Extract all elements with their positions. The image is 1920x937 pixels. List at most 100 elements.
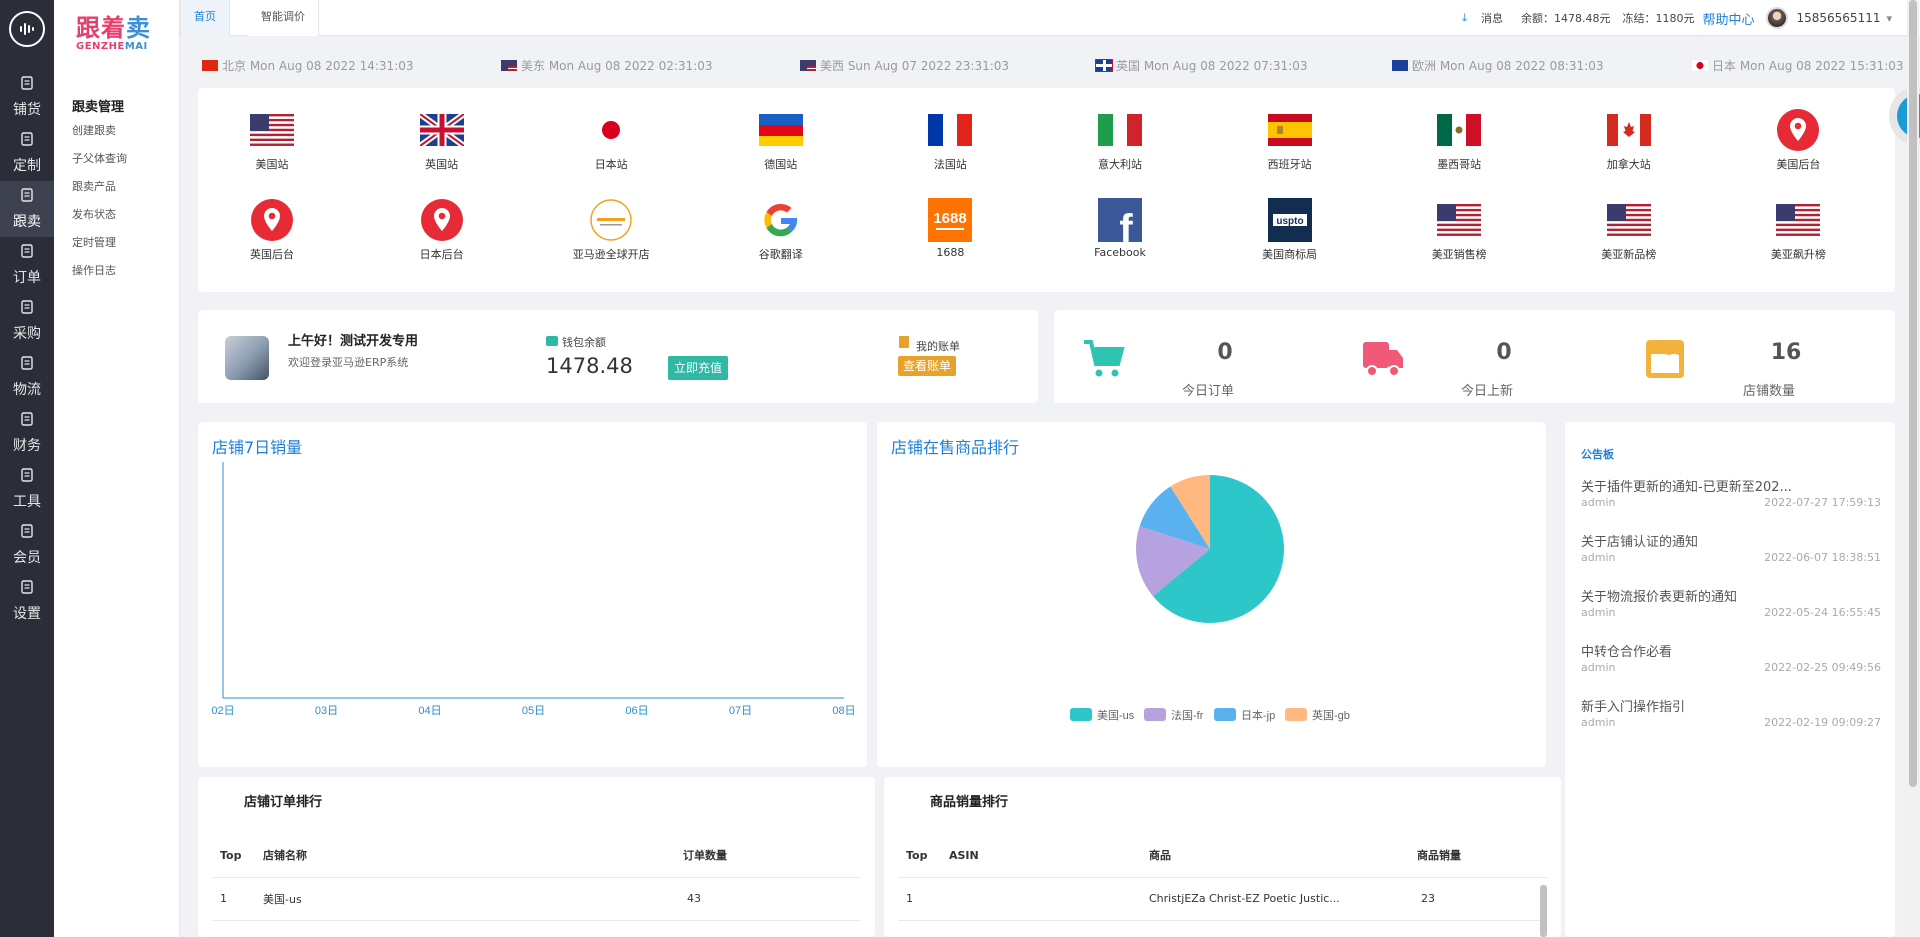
legend-label[interactable]: 日本-jp — [1241, 708, 1275, 722]
site-shortcut[interactable]: 加拿大站 — [1569, 108, 1689, 172]
site-label: 法国站 — [933, 158, 967, 171]
rail-item-label: 定制 — [13, 158, 41, 174]
notice-item-title[interactable]: 关于插件更新的通知-已更新至202... — [1581, 476, 1881, 495]
message-link[interactable]: 消息 — [1481, 10, 1503, 26]
site-shortcut[interactable]: 美国后台 — [1738, 108, 1858, 172]
site-shortcut[interactable]: 美亚新品榜 — [1569, 198, 1689, 262]
tab-home[interactable]: 首页 — [180, 0, 230, 36]
site-shortcut[interactable]: 美亚销售榜 — [1399, 198, 1519, 262]
rail-item[interactable]: 采购 — [0, 293, 54, 349]
gear-icon — [19, 579, 35, 603]
site-shortcut[interactable]: 谷歌翻译 — [721, 198, 841, 262]
legend-label[interactable]: 英国-gb — [1312, 708, 1350, 722]
tab-smart-pricing[interactable]: 智能调价 — [248, 0, 319, 36]
notice-item-title[interactable]: 关于店铺认证的通知 — [1581, 531, 1881, 550]
site-shortcut[interactable]: 法国站 — [890, 108, 1010, 172]
chevron-down-icon[interactable]: ▾ — [1886, 12, 1892, 25]
help-center-link[interactable]: 帮助中心 — [1702, 9, 1754, 28]
site-label: 1688 — [936, 246, 965, 259]
legend-swatch[interactable] — [1214, 708, 1236, 721]
cart-icon — [19, 299, 35, 323]
site-shortcut[interactable]: 日本后台 — [382, 198, 502, 262]
clock-us: 美东 Mon Aug 08 2022 02:31:03 — [501, 57, 713, 74]
submenu-panel: 跟着卖 GENZHEMAI 跟卖管理 创建跟卖 子父体查询 跟卖产品 发布状态 定时管理… — [54, 0, 180, 937]
rail-item[interactable]: 跟卖 — [0, 181, 54, 237]
legend-swatch[interactable] — [1070, 708, 1092, 721]
us-flag-icon — [250, 108, 294, 152]
site-shortcut[interactable]: 亚马逊全球开店 — [551, 198, 671, 262]
site-shortcut[interactable]: 1688 1688 — [890, 198, 1010, 259]
submenu-item[interactable]: 跟卖产品 — [72, 179, 127, 207]
clock-text: 英国 Mon Aug 08 2022 07:31:03 — [1116, 59, 1308, 73]
us-flag-icon — [501, 60, 517, 71]
store-order-ranking: 店铺订单排行 Top 店铺名称 订单数量 1 美国-us 43 — [198, 777, 875, 937]
notice-item[interactable]: 关于物流报价表更新的通知 admin 2022-05-24 16:55:45 — [1581, 586, 1881, 619]
rail-item[interactable]: 订单 — [0, 237, 54, 293]
notice-item[interactable]: 关于店铺认证的通知 admin 2022-06-07 18:38:51 — [1581, 531, 1881, 564]
site-label: 美亚飙升榜 — [1770, 248, 1826, 261]
x-tick-label: 07日 — [729, 705, 752, 717]
submenu-item[interactable]: 发布状态 — [72, 207, 127, 235]
rail-item[interactable]: 物流 — [0, 349, 54, 405]
download-icon[interactable]: ⤓ — [1462, 11, 1467, 25]
site-shortcut[interactable]: 墨西哥站 — [1399, 108, 1519, 172]
site-shortcut[interactable]: uspto 美国商标局 — [1230, 198, 1350, 262]
page-scrollbar[interactable] — [1907, 0, 1919, 937]
table-header-cell: ASIN — [941, 834, 1141, 878]
rail-item[interactable]: 会员 — [0, 517, 54, 573]
notice-item-title[interactable]: 新手入门操作指引 — [1581, 696, 1881, 715]
rail-item-label: 财务 — [13, 438, 41, 454]
site-shortcut[interactable]: 美亚飙升榜 — [1738, 198, 1858, 262]
mexico-flag-icon — [1437, 108, 1482, 152]
notice-item-title[interactable]: 关于物流报价表更新的通知 — [1581, 586, 1881, 605]
rail-item[interactable]: 工具 — [0, 461, 54, 517]
site-label: 英国站 — [425, 158, 459, 171]
rail-item[interactable]: 定制 — [0, 125, 54, 181]
notice-author: admin — [1581, 606, 1616, 619]
rail-item[interactable]: 铺货 — [0, 69, 54, 125]
site-shortcut[interactable]: 日本站 — [551, 108, 671, 172]
rail-item[interactable]: 设置 — [0, 573, 54, 629]
rail-item[interactable]: 财务 — [0, 405, 54, 461]
user-phone[interactable]: 15856565111 — [1796, 11, 1880, 25]
table-cell — [941, 877, 1141, 921]
site-shortcut[interactable]: 美国站 — [212, 108, 332, 172]
site-shortcut[interactable]: 英国后台 — [212, 198, 332, 262]
recharge-button[interactable]: 立即充值 — [668, 356, 729, 380]
site-shortcut[interactable]: 德国站 — [721, 108, 841, 172]
notice-item[interactable]: 新手入门操作指引 admin 2022-02-19 09:09:27 — [1581, 696, 1881, 729]
legend-swatch[interactable] — [1285, 708, 1307, 721]
table-row[interactable]: 1 ChristjEZa Christ-EZ Poetic Justic... 23 — [898, 877, 1547, 921]
product-sales-ranking: 商品销量排行 Top ASIN 商品 商品销量 1 ChristjEZa Christ-E… — [884, 777, 1561, 937]
site-shortcut[interactable]: 西班牙站 — [1230, 108, 1350, 172]
notice-item[interactable]: 关于插件更新的通知-已更新至202... admin 2022-07-27 17:5… — [1581, 476, 1881, 509]
site-shortcut[interactable]: f Facebook — [1060, 198, 1180, 259]
notice-item[interactable]: 中转仓合作必看 admin 2022-02-25 09:49:56 — [1581, 641, 1881, 674]
legend-label[interactable]: 美国-us — [1097, 709, 1135, 722]
submenu-item[interactable]: 操作日志 — [72, 263, 127, 291]
x-tick-label: 08日 — [832, 705, 855, 717]
site-shortcut[interactable]: 意大利站 — [1060, 108, 1180, 172]
notice-item-meta: admin 2022-02-19 09:09:27 — [1581, 716, 1881, 729]
scrollbar-thumb[interactable] — [1909, 0, 1917, 787]
uspto-icon: uspto — [1267, 198, 1312, 242]
us-flag-icon — [1437, 198, 1482, 242]
bill-label: 我的账单 — [916, 340, 960, 353]
avatar[interactable] — [1766, 7, 1789, 29]
table-row[interactable]: 1 美国-us 43 — [212, 877, 861, 921]
legend-swatch[interactable] — [1144, 708, 1166, 721]
legend-label[interactable]: 法国-fr — [1171, 708, 1204, 722]
submenu-item[interactable]: 定时管理 — [72, 235, 127, 263]
submenu-item[interactable]: 子父体查询 — [72, 151, 127, 179]
notice-item-title[interactable]: 中转仓合作必看 — [1581, 641, 1881, 660]
table-scrollbar[interactable] — [1540, 885, 1547, 937]
view-bill-button[interactable]: 查看账单 — [898, 356, 957, 376]
user-avatar — [225, 336, 269, 380]
app-logo-icon[interactable] — [9, 11, 45, 47]
table-header-cell: 商品 — [1141, 834, 1409, 878]
image-icon — [19, 411, 35, 435]
site-shortcut[interactable]: 英国站 — [382, 108, 502, 172]
submenu-item[interactable]: 创建跟卖 — [72, 123, 127, 151]
notice-author: admin — [1581, 551, 1616, 564]
stat-label: 店铺数量 — [1743, 384, 1796, 399]
